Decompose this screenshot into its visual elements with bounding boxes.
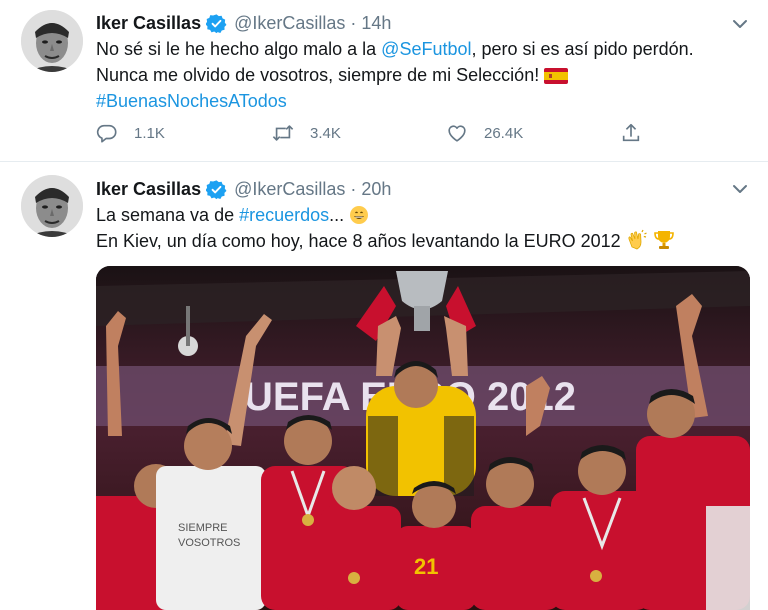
tweet-actions: 1.1K 3.4K 26.4K — [96, 122, 656, 150]
avatar-portrait-image — [21, 10, 83, 72]
jersey-number: 21 — [414, 554, 438, 579]
grinning-face-emoji — [350, 206, 369, 224]
chevron-down-icon[interactable] — [730, 14, 750, 34]
tweet-header: Iker Casillas @IkerCasillas · 14h — [96, 11, 391, 35]
author-name[interactable]: Iker Casillas — [96, 13, 201, 34]
text-segment: , pero si es así pido perdón. — [471, 39, 694, 59]
shirt-text-line1: SIEMPRE — [178, 522, 228, 534]
shirt-text-line2: VOSOTROS — [178, 537, 240, 549]
tweet-photo[interactable]: UEFA EURO 2012 — [96, 266, 750, 610]
tweet-line-1: No sé si le he hecho algo malo a la @SeF… — [96, 36, 756, 62]
retweet-count: 3.4K — [310, 124, 341, 142]
text-segment: Nunca me olvido de vosotros, siempre de … — [96, 65, 540, 85]
hashtag-link[interactable]: #BuenasNochesATodos — [96, 91, 287, 111]
tweet-line-1: La semana va de #recuerdos... — [96, 202, 756, 228]
spain-flag-emoji — [544, 68, 569, 84]
like-count: 26.4K — [484, 124, 524, 142]
text-segment: La semana va de — [96, 205, 240, 225]
tweet-time[interactable]: 14h — [361, 13, 391, 34]
author-handle[interactable]: @IkerCasillas — [234, 13, 345, 34]
tweet-text: No sé si le he hecho algo malo a la @SeF… — [96, 36, 756, 114]
share-button[interactable] — [620, 122, 642, 144]
text-segment: En Kiev, un día como hoy, hace 8 años le… — [96, 231, 621, 251]
text-segment: No sé si le he hecho algo malo a la — [96, 39, 382, 59]
heart-icon — [448, 125, 466, 142]
tweet-line-2: Nunca me olvido de vosotros, siempre de … — [96, 62, 756, 88]
trophy-emoji — [653, 231, 674, 249]
share-icon — [622, 123, 640, 142]
like-button[interactable]: 26.4K — [446, 122, 523, 144]
mention-link[interactable]: @SeFutbol — [381, 39, 471, 59]
tweet-line-2: En Kiev, un día como hoy, hace 8 años le… — [96, 228, 756, 254]
avatar[interactable] — [21, 10, 83, 72]
trophy-celebration-image: UEFA EURO 2012 — [96, 266, 750, 610]
author-handle[interactable]: @IkerCasillas — [234, 179, 345, 200]
verified-badge-icon — [206, 13, 227, 33]
hashtag-link[interactable]: #recuerdos — [239, 205, 329, 225]
tweet-text: La semana va de #recuerdos... En Kiev, u… — [96, 202, 756, 254]
tweet-header: Iker Casillas @IkerCasillas · 20h — [96, 177, 391, 201]
separator-dot: · — [350, 12, 357, 33]
tweet-time[interactable]: 20h — [361, 179, 391, 200]
chevron-down-icon[interactable] — [730, 179, 750, 199]
verified-badge-icon — [206, 179, 227, 199]
avatar[interactable] — [21, 175, 83, 237]
tweet-2[interactable]: Iker Casillas @IkerCasillas · 20h La sem… — [0, 162, 768, 610]
retweet-button[interactable]: 3.4K — [272, 122, 341, 144]
retweet-icon — [272, 125, 294, 141]
text-segment: ... — [329, 205, 345, 225]
reply-button[interactable]: 1.1K — [96, 122, 165, 144]
tweet-line-3: #BuenasNochesATodos — [96, 88, 756, 114]
tweet-1[interactable]: Iker Casillas @IkerCasillas · 14h No sé … — [0, 0, 768, 162]
separator-dot: · — [350, 178, 357, 199]
reply-count: 1.1K — [134, 124, 165, 142]
author-name[interactable]: Iker Casillas — [96, 179, 201, 200]
avatar-portrait-image — [21, 175, 83, 237]
clapping-hands-emoji — [628, 229, 647, 250]
reply-icon — [96, 124, 117, 143]
